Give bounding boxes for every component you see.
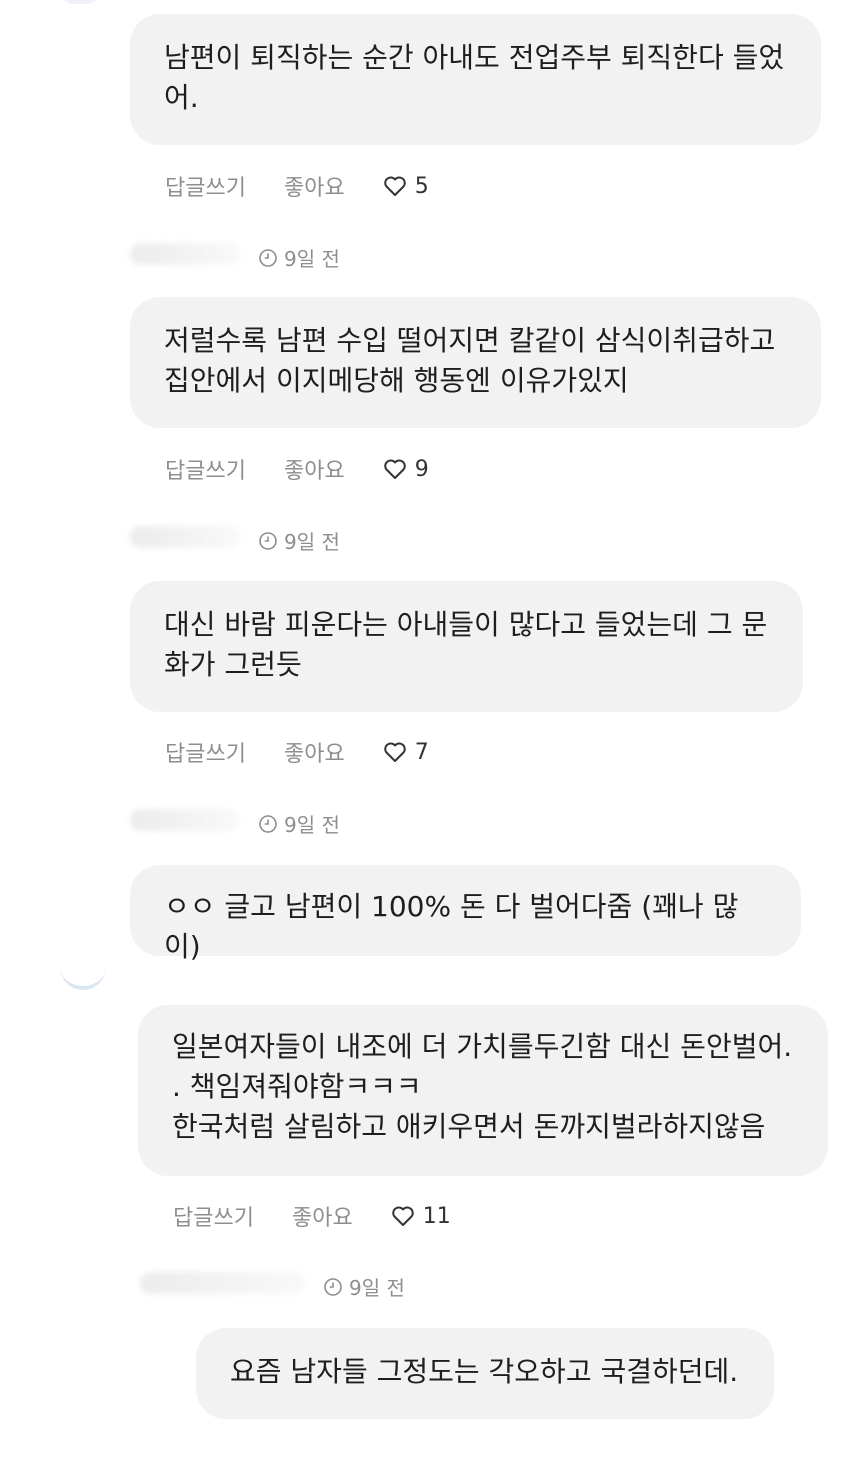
comment-timestamp: 9일 전 — [323, 1272, 405, 1301]
comment-actions: 답글쓰기 좋아요 5 — [165, 170, 429, 202]
redacted-username — [130, 526, 240, 548]
reply-button[interactable]: 답글쓰기 — [165, 453, 246, 485]
comment-timestamp: 9일 전 — [258, 809, 340, 838]
avatar-fragment — [60, 0, 100, 4]
heart-outline-icon — [391, 1206, 414, 1226]
like-count-value: 11 — [422, 1203, 451, 1229]
like-button[interactable]: 좋아요 — [292, 1200, 353, 1232]
timestamp-text: 9일 전 — [349, 1276, 405, 1300]
comment-timestamp: 9일 전 — [258, 243, 340, 272]
heart-outline-icon — [383, 742, 406, 762]
avatar-fragment — [60, 960, 106, 990]
like-button[interactable]: 좋아요 — [284, 453, 345, 485]
clock-icon — [259, 814, 277, 833]
comment-actions: 답글쓰기 좋아요 9 — [165, 453, 429, 485]
like-count-value: 5 — [414, 173, 429, 199]
like-count[interactable]: 9 — [383, 457, 429, 482]
clock-icon — [324, 1277, 342, 1296]
redacted-username — [130, 243, 240, 265]
redacted-username — [130, 809, 240, 831]
comment-bubble: 요즘 남자들 그정도는 각오하고 국결하던데. — [196, 1328, 774, 1419]
like-count[interactable]: 5 — [383, 174, 429, 199]
reply-button[interactable]: 답글쓰기 — [165, 170, 246, 202]
heart-outline-icon — [383, 176, 406, 196]
timestamp-text: 9일 전 — [284, 530, 340, 554]
like-button[interactable]: 좋아요 — [284, 736, 345, 768]
like-count-value: 7 — [414, 739, 429, 765]
like-count[interactable]: 11 — [391, 1204, 451, 1229]
comment-bubble: 일본여자들이 내조에 더 가치를두긴함 대신 돈안벌어. . 책임져줘야함ㅋㅋㅋ… — [138, 1005, 828, 1176]
clock-icon — [259, 531, 277, 550]
comment-bubble: 남편이 퇴직하는 순간 아내도 전업주부 퇴직한다 들었 어. — [130, 14, 821, 145]
timestamp-text: 9일 전 — [284, 247, 340, 271]
comment-bubble: ㅇㅇ 글고 남편이 100% 돈 다 벌어다줌 (꽤나 많이) — [130, 865, 801, 963]
like-button[interactable]: 좋아요 — [284, 170, 345, 202]
comment-bubble: 대신 바람 피운다는 아내들이 많다고 들었는데 그 문 화가 그런듯 — [130, 581, 803, 712]
comment-actions: 답글쓰기 좋아요 7 — [165, 736, 429, 768]
comment-bubble: 저럴수록 남편 수입 떨어지면 칼같이 삼식이취급하고 집안에서 이지메당해 행… — [130, 297, 821, 428]
redacted-username — [140, 1272, 305, 1294]
reply-button[interactable]: 답글쓰기 — [173, 1200, 254, 1232]
clock-icon — [259, 248, 277, 267]
like-count-value: 9 — [414, 456, 429, 482]
timestamp-text: 9일 전 — [284, 813, 340, 837]
heart-outline-icon — [383, 459, 406, 479]
reply-button[interactable]: 답글쓰기 — [165, 736, 246, 768]
comment-timestamp: 9일 전 — [258, 526, 340, 555]
like-count[interactable]: 7 — [383, 740, 429, 765]
comment-actions: 답글쓰기 좋아요 11 — [173, 1200, 451, 1232]
